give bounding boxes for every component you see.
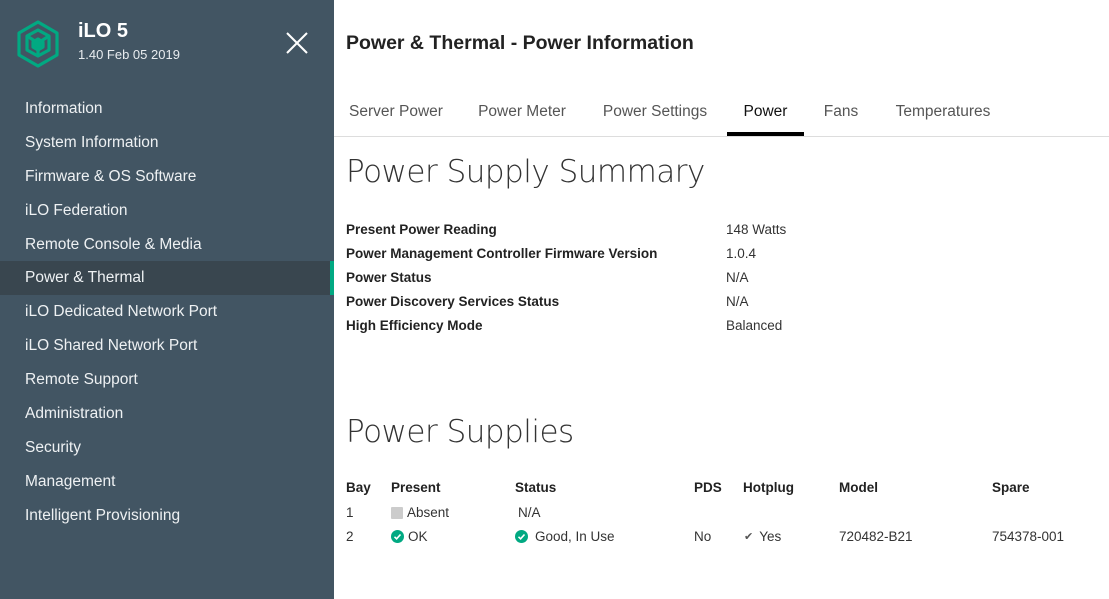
cell-spare: 754378-001 (992, 529, 1065, 544)
close-icon[interactable] (284, 30, 310, 56)
cell-bay: 1 (346, 505, 354, 520)
sidebar-item-firmware-os-software[interactable]: Firmware & OS Software (0, 160, 334, 194)
sidebar-item-ilo-federation[interactable]: iLO Federation (0, 194, 334, 228)
cell-present: OK (391, 529, 428, 544)
sidebar-item-intelligent-provisioning[interactable]: Intelligent Provisioning (0, 499, 334, 533)
checkmark-icon: ✔ (744, 531, 754, 543)
absent-square-icon (391, 506, 403, 519)
cell-status-text: Good, In Use (535, 529, 615, 544)
sidebar-item-information[interactable]: Information (0, 92, 334, 126)
summary-value: 1.0.4 (726, 246, 757, 261)
sidebar-item-power-thermal[interactable]: Power & Thermal (0, 261, 334, 296)
page-title: Power & Thermal - Power Information (346, 32, 694, 54)
summary-label: Present Power Reading (346, 222, 497, 237)
sidebar-item-ilo-dedicated-network-port[interactable]: iLO Dedicated Network Port (0, 295, 334, 329)
cell-hotplug: ✔ Yes (744, 529, 781, 544)
cell-status: N/A (518, 505, 541, 520)
cell-present-text: OK (408, 529, 428, 544)
power-supply-summary-heading: Power Supply Summary (346, 154, 705, 190)
cell-hotplug-text: Yes (759, 529, 782, 544)
tab-power[interactable]: Power (727, 92, 804, 136)
column-header-model: Model (839, 480, 878, 495)
summary-label: High Efficiency Mode (346, 318, 483, 333)
column-header-status: Status (515, 480, 557, 495)
column-header-bay: Bay (346, 480, 371, 495)
ok-check-icon (515, 530, 528, 543)
cell-bay: 2 (346, 529, 354, 544)
sidebar-nav: Information System Information Firmware … (0, 92, 334, 533)
sidebar-item-administration[interactable]: Administration (0, 397, 334, 431)
sidebar: iLO 5 1.40 Feb 05 2019 Information Syste… (0, 0, 334, 599)
tab-server-power[interactable]: Server Power (342, 92, 450, 135)
tab-fans[interactable]: Fans (818, 92, 864, 135)
sidebar-item-remote-console-media[interactable]: Remote Console & Media (0, 228, 334, 262)
cell-model: 720482-B21 (839, 529, 913, 544)
tab-power-settings[interactable]: Power Settings (596, 92, 714, 135)
column-header-pds: PDS (694, 480, 722, 495)
tab-power-meter[interactable]: Power Meter (472, 92, 572, 135)
sidebar-item-system-information[interactable]: System Information (0, 126, 334, 160)
column-header-hotplug: Hotplug (743, 480, 794, 495)
app-title: iLO 5 (78, 20, 129, 42)
summary-label: Power Discovery Services Status (346, 294, 560, 309)
sidebar-item-security[interactable]: Security (0, 431, 334, 465)
cell-pds: No (694, 529, 712, 544)
cell-present-text: Absent (407, 505, 450, 520)
main-content: Power & Thermal - Power Information Serv… (334, 0, 1109, 599)
tab-bar: Server Power Power Meter Power Settings … (334, 92, 1109, 137)
tab-temperatures[interactable]: Temperatures (890, 92, 996, 135)
summary-label: Power Management Controller Firmware Ver… (346, 246, 658, 261)
cell-present: Absent (391, 505, 449, 520)
sidebar-item-remote-support[interactable]: Remote Support (0, 363, 334, 397)
app-version: 1.40 Feb 05 2019 (78, 47, 180, 62)
summary-value: 148 Watts (726, 222, 787, 237)
ok-check-icon (391, 530, 404, 543)
sidebar-item-management[interactable]: Management (0, 465, 334, 499)
column-header-spare: Spare (992, 480, 1030, 495)
power-supplies-heading: Power Supplies (346, 414, 574, 450)
summary-value: N/A (726, 294, 749, 309)
cell-status: Good, In Use (515, 529, 615, 544)
ilo-logo-icon (17, 20, 59, 68)
summary-label: Power Status (346, 270, 432, 285)
summary-value: Balanced (726, 318, 783, 333)
summary-value: N/A (726, 270, 749, 285)
column-header-present: Present (391, 480, 441, 495)
sidebar-item-ilo-shared-network-port[interactable]: iLO Shared Network Port (0, 329, 334, 363)
